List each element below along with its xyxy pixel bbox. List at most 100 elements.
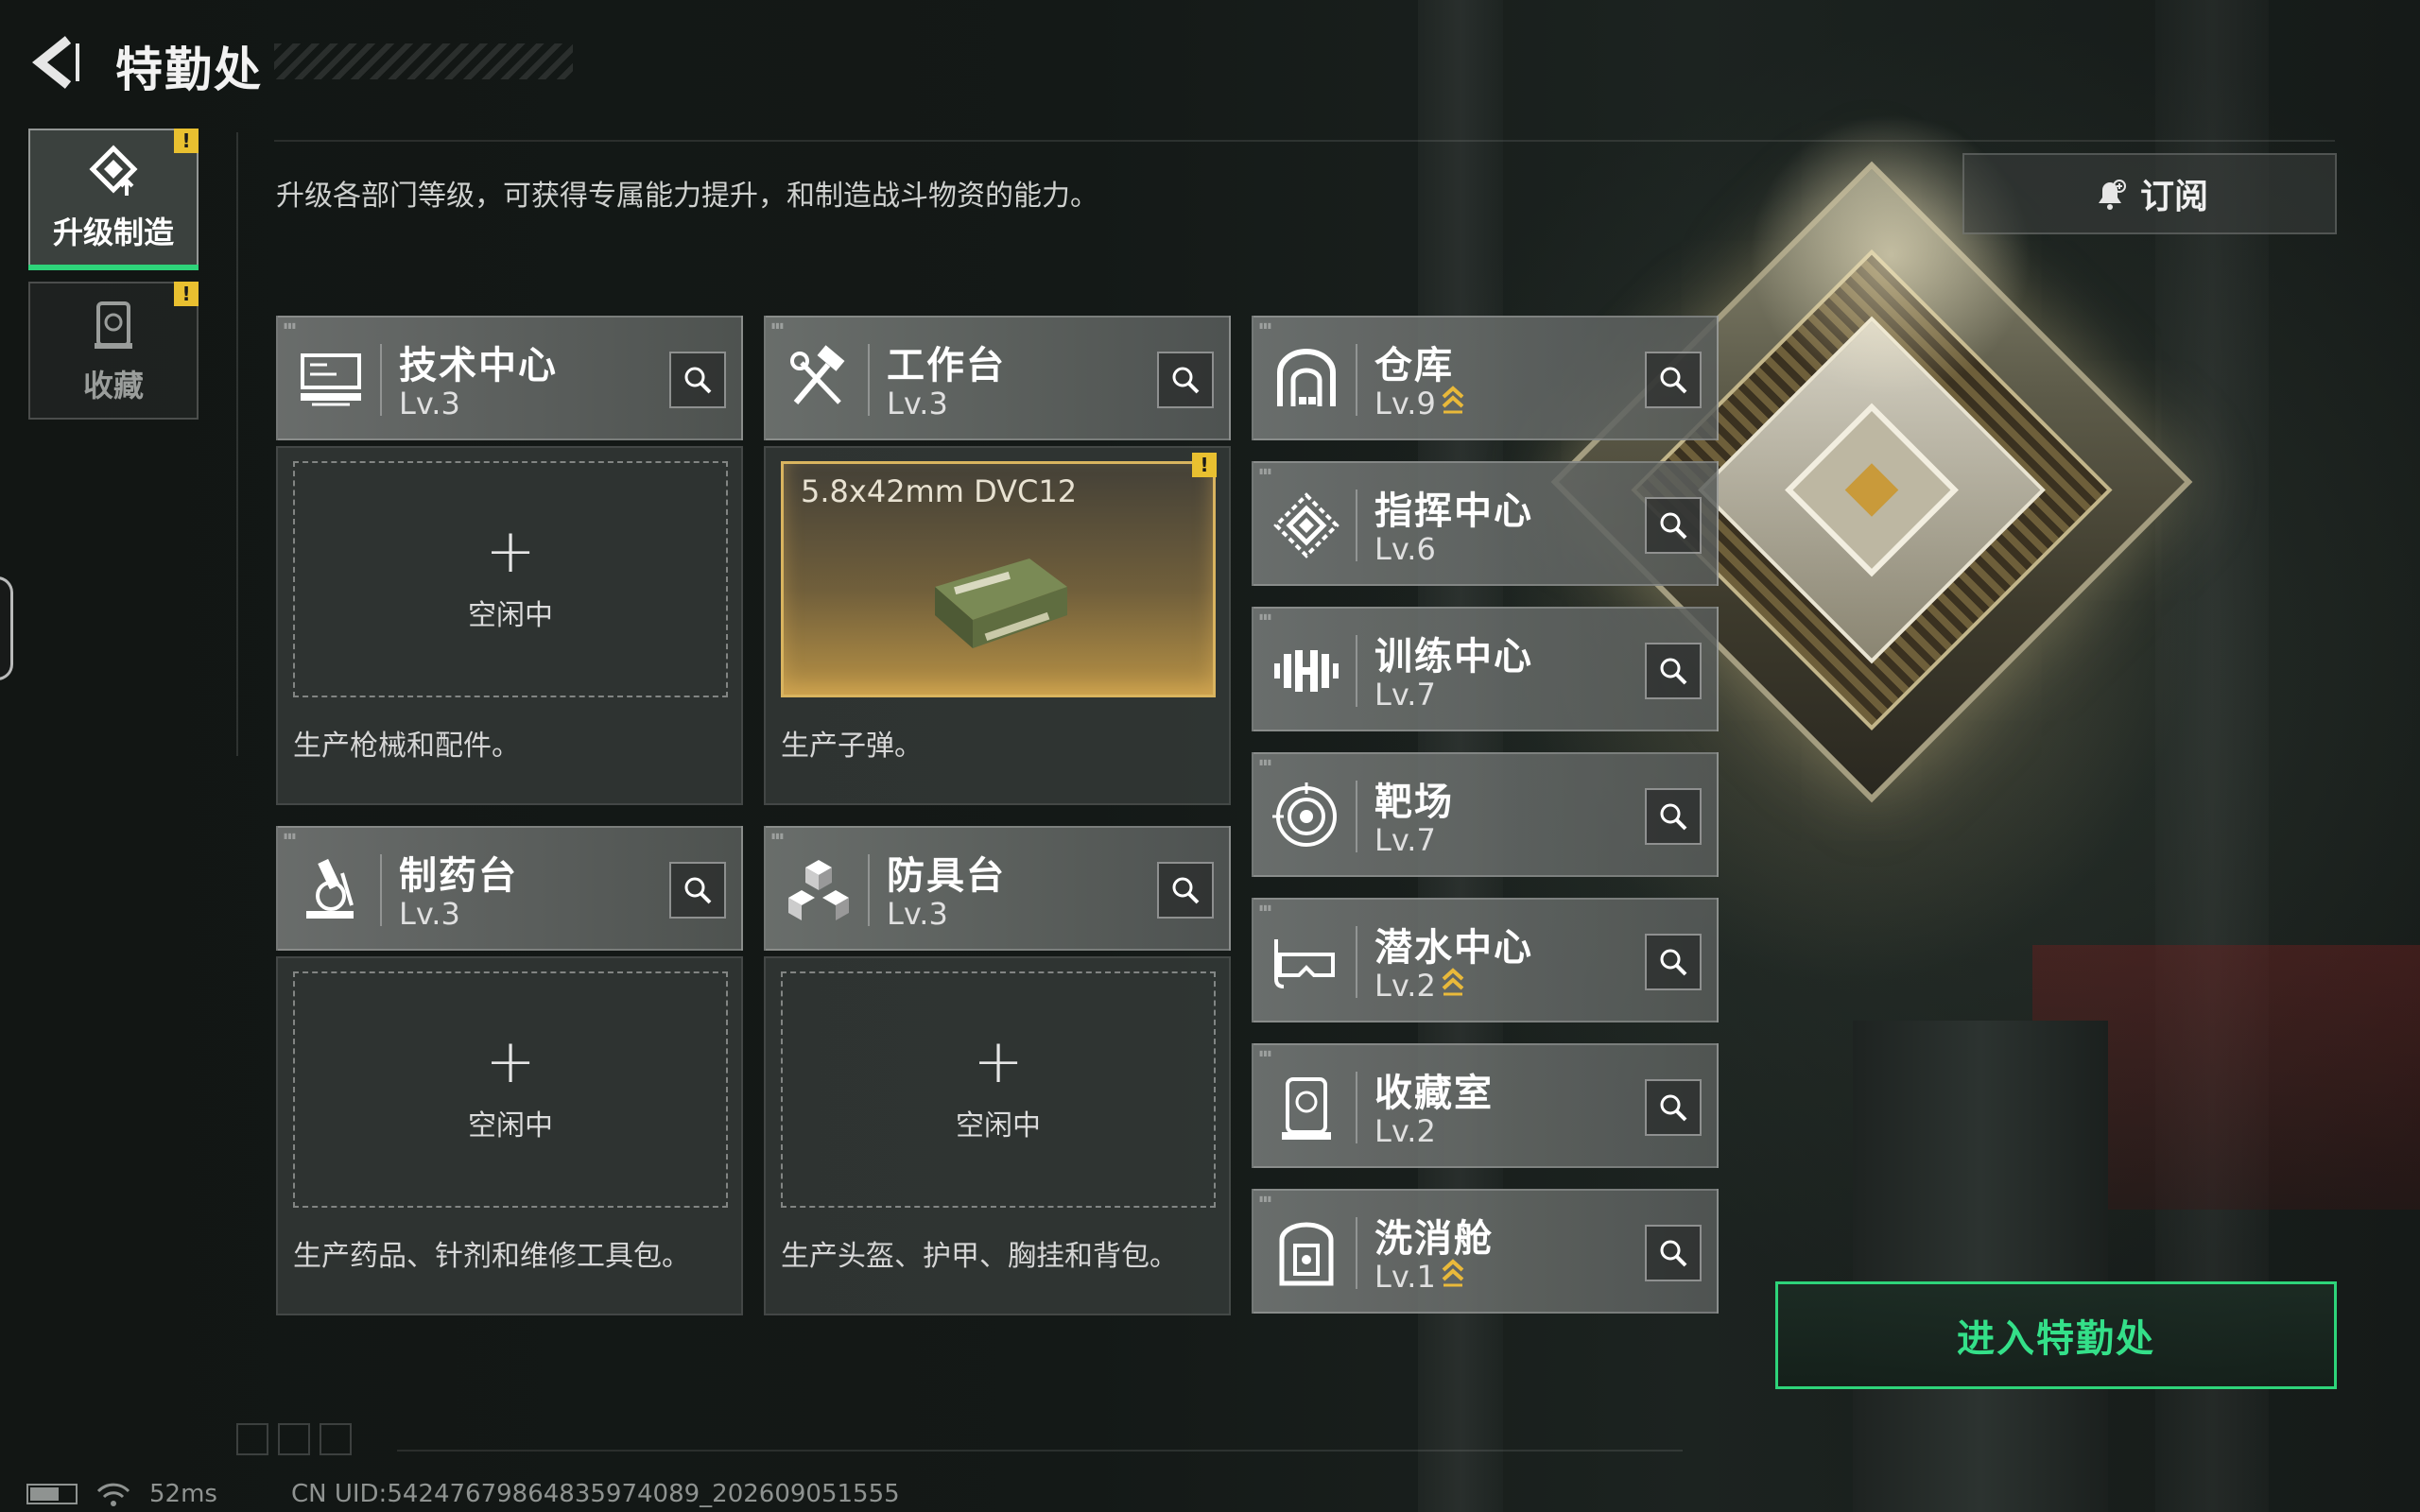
plus-icon: + <box>485 517 536 587</box>
side-handle[interactable] <box>0 576 13 680</box>
status-bar: 52ms CN UID:54247679864835974089_2026090… <box>26 1480 900 1508</box>
plus-icon: + <box>973 1027 1024 1097</box>
workshop-description: 生产药品、针剂和维修工具包。 <box>293 1240 690 1273</box>
workshop-workbench-body: 5.8x42mm DVC12 ! 生产子弹。 <box>764 446 1231 805</box>
page-title: 特勤处 <box>115 43 263 97</box>
inspect-button[interactable] <box>1645 352 1702 408</box>
cubes-icon <box>788 860 849 920</box>
facility-level: Lv.9 <box>1374 386 1436 421</box>
workshop-workbench-header[interactable]: ▮▮▮ 工作台 Lv.3 <box>764 316 1231 440</box>
workshop-level: Lv.3 <box>399 386 460 421</box>
inspect-button[interactable] <box>1645 643 1702 699</box>
facility-name: 潜水中心 <box>1374 926 1533 970</box>
back-arrow-icon[interactable] <box>26 34 83 91</box>
search-icon <box>684 367 712 394</box>
decon-chamber-icon <box>1279 1222 1334 1286</box>
workshop-name: 防具台 <box>887 854 1006 898</box>
facility-collection-room[interactable]: ▮▮▮ 收藏室 Lv.2 <box>1252 1043 1719 1168</box>
slot-status: 空闲中 <box>956 1109 1041 1143</box>
subscribe-label: 订阅 <box>2139 178 2208 216</box>
inspect-button[interactable] <box>1645 1079 1702 1136</box>
workshop-level: Lv.3 <box>887 896 948 932</box>
bottom-decoration <box>236 1423 352 1455</box>
craft-slot[interactable]: + 空闲中 <box>293 971 728 1208</box>
subscribe-button[interactable]: 订阅 <box>1962 153 2337 234</box>
chip-icon <box>1273 492 1340 558</box>
tab-label: 收藏 <box>82 368 144 404</box>
upgrade-craft-icon <box>89 145 138 196</box>
facility-diving-center[interactable]: ▮▮▮ 潜水中心 Lv.2 <box>1252 898 1719 1022</box>
facility-level: Lv.2 <box>1374 968 1436 1004</box>
workshop-level: Lv.3 <box>399 896 460 932</box>
facility-level: Lv.1 <box>1374 1259 1436 1295</box>
warehouse-icon <box>1277 349 1336 406</box>
microscope-icon <box>306 858 354 919</box>
alert-badge: ! <box>1192 453 1217 477</box>
divider <box>397 1450 1683 1452</box>
inspect-button[interactable] <box>1645 1225 1702 1281</box>
craft-slot[interactable]: + 空闲中 <box>781 971 1216 1208</box>
slot-status: 空闲中 <box>468 1109 553 1143</box>
facility-decontamination[interactable]: ▮▮▮ 洗消舱 Lv.1 <box>1252 1189 1719 1314</box>
facility-command-center[interactable]: ▮▮▮ 指挥中心 Lv.6 <box>1252 461 1719 586</box>
diving-mask-icon <box>1274 939 1335 988</box>
workshop-description: 生产枪械和配件。 <box>293 730 520 763</box>
title-decoration <box>274 43 573 79</box>
tab-collection[interactable]: 收藏 ! <box>28 282 199 420</box>
workshop-tech-center-header[interactable]: ▮▮▮ 技术中心 Lv.3 <box>276 316 743 440</box>
ping-value: 52ms <box>149 1480 217 1508</box>
divider <box>236 132 238 756</box>
alert-badge: ! <box>174 129 199 153</box>
upgrade-arrow-icon <box>1442 1259 1464 1287</box>
enter-special-ops-button[interactable]: 进入特勤处 <box>1775 1281 2337 1389</box>
tab-upgrade-craft[interactable]: 升级制造 ! <box>28 129 199 270</box>
production-slot[interactable]: 5.8x42mm DVC12 ! <box>781 453 1217 697</box>
uid-text: CN UID:54247679864835974089_202609051555 <box>290 1480 900 1508</box>
craft-slot[interactable]: + 空闲中 <box>293 461 728 697</box>
bell-icon <box>2098 180 2126 210</box>
computer-icon <box>301 353 361 406</box>
product-name: 5.8x42mm DVC12 <box>801 473 1078 509</box>
inspect-button[interactable] <box>669 862 726 919</box>
display-case-icon <box>95 301 132 349</box>
workshop-armor-header[interactable]: ▮▮▮ 防具台 Lv.3 <box>764 826 1231 951</box>
dumbbell-icon <box>1274 650 1339 692</box>
facility-name: 训练中心 <box>1374 635 1533 679</box>
facility-name: 洗消舱 <box>1374 1217 1494 1261</box>
page-description: 升级各部门等级，可获得专属能力提升，和制造战斗物资的能力。 <box>276 180 1098 213</box>
workshop-description: 生产子弹。 <box>781 730 923 763</box>
workshop-armor-body: + 空闲中 生产头盔、护甲、胸挂和背包。 <box>764 956 1231 1315</box>
slot-status: 空闲中 <box>468 599 553 632</box>
battery-icon <box>26 1484 78 1504</box>
workshop-name: 制药台 <box>399 854 518 898</box>
workshop-description: 生产头盔、护甲、胸挂和背包。 <box>781 1240 1178 1273</box>
workshop-tech-center-body: + 空闲中 生产枪械和配件。 <box>276 446 743 805</box>
search-icon <box>1660 949 1687 976</box>
search-icon <box>1660 803 1687 831</box>
workshop-pharmacy-header[interactable]: ▮▮▮ 制药台 Lv.3 <box>276 826 743 951</box>
inspect-button[interactable] <box>669 352 726 408</box>
workshop-level: Lv.3 <box>887 386 948 421</box>
facility-level: Lv.7 <box>1374 822 1436 858</box>
facility-name: 指挥中心 <box>1374 490 1533 533</box>
facility-warehouse[interactable]: ▮▮▮ 仓库 Lv.9 <box>1252 316 1719 440</box>
facility-shooting-range[interactable]: ▮▮▮ 靶场 Lv.7 <box>1252 752 1719 877</box>
workshop-name: 工作台 <box>887 344 1006 387</box>
ammo-box-icon <box>935 558 1067 648</box>
wifi-icon <box>96 1483 130 1506</box>
search-icon <box>1660 367 1687 394</box>
inspect-button[interactable] <box>1645 788 1702 845</box>
search-icon <box>1172 877 1200 904</box>
inspect-button[interactable] <box>1157 862 1214 919</box>
tab-label: 升级制造 <box>52 215 174 250</box>
plus-icon: + <box>485 1027 536 1097</box>
inspect-button[interactable] <box>1645 497 1702 554</box>
inspect-button[interactable] <box>1157 352 1214 408</box>
display-case-icon <box>1282 1077 1331 1140</box>
upgrade-arrow-icon <box>1442 386 1464 414</box>
facility-training-center[interactable]: ▮▮▮ 训练中心 Lv.7 <box>1252 607 1719 731</box>
hammer-wrench-icon <box>790 345 845 404</box>
alert-badge: ! <box>174 282 199 306</box>
inspect-button[interactable] <box>1645 934 1702 990</box>
workshop-pharmacy-body: + 空闲中 生产药品、针剂和维修工具包。 <box>276 956 743 1315</box>
